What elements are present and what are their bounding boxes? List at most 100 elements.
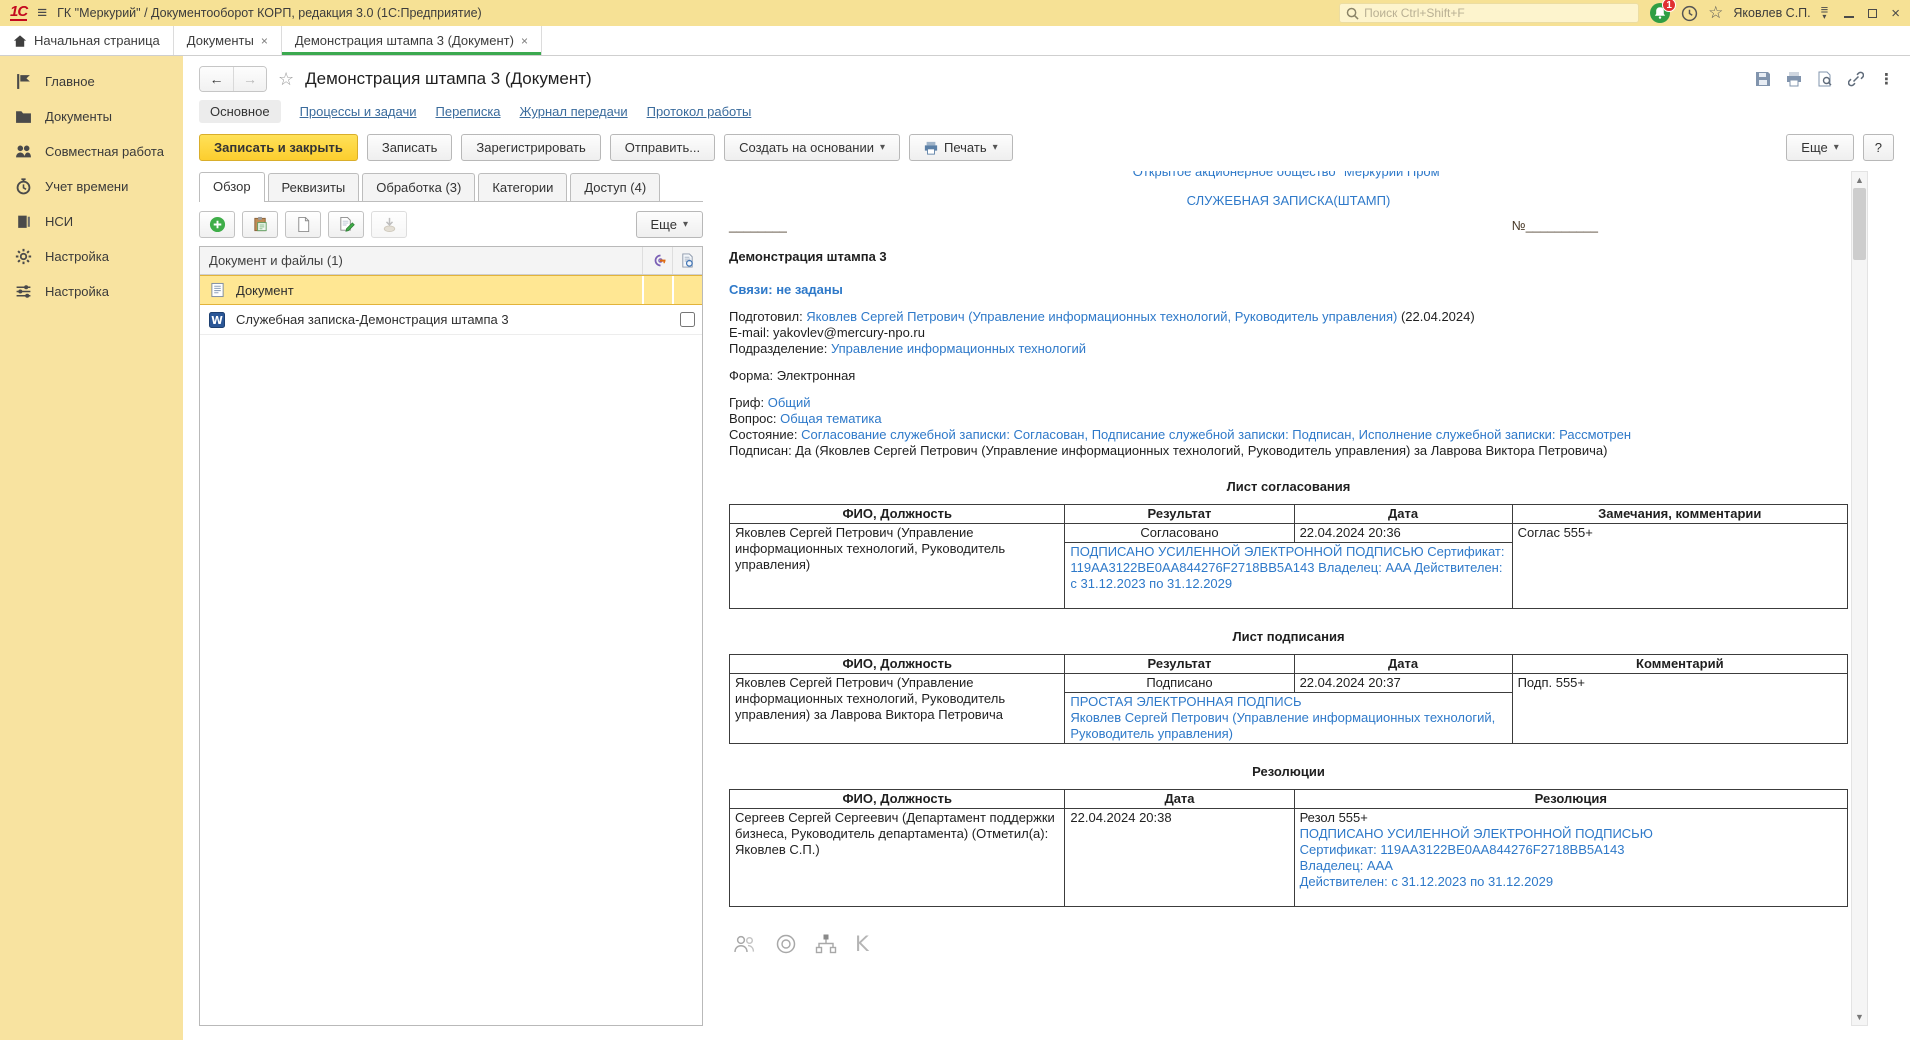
search-icon [1346, 7, 1359, 20]
search-input[interactable] [1364, 6, 1632, 20]
close-icon[interactable]: × [261, 34, 268, 48]
add-to-favorites-button[interactable]: ☆ [278, 69, 294, 90]
global-search[interactable] [1339, 3, 1639, 23]
word-file-icon: W [209, 312, 225, 328]
resolution-signature: ПОДПИСАНО УСИЛЕННОЙ ЭЛЕКТРОННОЙ ПОДПИСЬЮ… [1300, 826, 1842, 890]
signature-column-header[interactable] [642, 247, 672, 274]
seal-icon[interactable] [775, 933, 797, 955]
preview-scrollbar[interactable]: ▲ ▼ [1851, 171, 1868, 1026]
table-row: Яковлев Сергей Петрович (Управление инфо… [730, 524, 1848, 543]
sidebar-item-main[interactable]: Главное [0, 64, 183, 99]
page-title: Демонстрация штампа 3 (Документ) [305, 69, 592, 89]
maximize-button[interactable] [1868, 6, 1877, 21]
save-button[interactable]: Записать [367, 134, 453, 161]
grif-link[interactable]: Общий [768, 395, 811, 410]
tab-requisites[interactable]: Реквизиты [268, 173, 360, 201]
service-menu-button[interactable]: ≡ ▾ [1821, 6, 1829, 20]
tab-categories[interactable]: Категории [478, 173, 567, 201]
main-menu-icon[interactable]: ≡ [37, 3, 47, 23]
favorites-button[interactable]: ☆ [1708, 3, 1723, 23]
stamp-checkbox[interactable] [680, 312, 695, 327]
close-button[interactable]: × [1891, 5, 1900, 22]
approval-signature: ПОДПИСАНО УСИЛЕННОЙ ЭЛЕКТРОННОЙ ПОДПИСЬЮ… [1065, 543, 1512, 609]
nav-link-work-protocol[interactable]: Протокол работы [647, 104, 752, 119]
topic-link[interactable]: Общая тематика [780, 411, 881, 426]
signing-table: ФИО, Должность Результат Дата Комментари… [729, 654, 1848, 744]
sidebar-item-label: Настройка [45, 249, 109, 264]
links-line[interactable]: Связи: не заданы [729, 282, 1848, 298]
stamp-title: СЛУЖЕБНАЯ ЗАПИСКА(ШТАМП) [729, 193, 1848, 209]
print-icon[interactable] [1786, 71, 1802, 87]
save-and-close-button[interactable]: Записать и закрыть [199, 134, 358, 161]
edit-file-button[interactable] [328, 211, 364, 238]
more-button[interactable]: Еще ▾ [1786, 134, 1853, 161]
link-icon[interactable] [1848, 71, 1864, 87]
sidebar-item-settings[interactable]: Настройка [0, 239, 183, 274]
tab-access[interactable]: Доступ (4) [570, 173, 660, 201]
nav-link-main[interactable]: Основное [199, 100, 281, 123]
sections-sidebar: Главное Документы Совместная работа Учет… [0, 56, 183, 1040]
scroll-down-icon[interactable]: ▼ [1855, 1009, 1864, 1025]
sidebar-item-documents[interactable]: Документы [0, 99, 183, 134]
tab-documents[interactable]: Документы × [174, 26, 282, 55]
preview-icon[interactable] [1817, 71, 1833, 87]
scan-button[interactable] [371, 211, 407, 238]
department-link[interactable]: Управление информационных технологий [831, 341, 1086, 356]
scroll-up-icon[interactable]: ▲ [1855, 172, 1864, 188]
org-structure-icon[interactable] [815, 933, 837, 955]
notifications-button[interactable]: 1 [1649, 2, 1671, 24]
document-name: Демонстрация штампа 3 [729, 249, 1848, 265]
list-item-file[interactable]: W Служебная записка-Демонстрация штампа … [200, 305, 702, 335]
new-file-button[interactable] [285, 211, 321, 238]
sliders-icon [15, 283, 32, 300]
tab-documents-label: Документы [187, 33, 254, 48]
tab-home[interactable]: Начальная страница [0, 26, 174, 55]
list-item-document[interactable]: Документ [200, 275, 702, 305]
forward-button[interactable]: → [233, 67, 266, 91]
scrollbar-thumb[interactable] [1853, 188, 1866, 260]
tab-overview[interactable]: Обзор [199, 172, 265, 202]
more-actions-icon[interactable]: ⋮ [1879, 70, 1894, 88]
paste-button[interactable] [242, 211, 278, 238]
chevron-down-icon: ▾ [1834, 142, 1839, 153]
tab-processing[interactable]: Обработка (3) [362, 173, 475, 201]
print-button[interactable]: Печать ▾ [909, 134, 1013, 161]
prepared-line: Подготовил: Яковлев Сергей Петрович (Упр… [729, 309, 1848, 325]
close-icon[interactable]: × [521, 34, 528, 48]
files-more-button[interactable]: Еще ▾ [636, 211, 703, 238]
sidebar-item-collaboration[interactable]: Совместная работа [0, 134, 183, 169]
create-based-on-button[interactable]: Создать на основании ▾ [724, 134, 900, 161]
files-list-header[interactable]: Документ и файлы (1) [200, 247, 702, 275]
participants-icon[interactable] [733, 934, 757, 954]
save-icon[interactable] [1755, 71, 1771, 87]
back-button[interactable]: ← [200, 67, 233, 91]
resolution-note: Резол 555+ [1300, 810, 1842, 826]
history-button[interactable] [1681, 5, 1698, 22]
send-button[interactable]: Отправить... [610, 134, 715, 161]
stamp-column-header[interactable] [672, 247, 702, 274]
add-icon [209, 216, 226, 233]
sidebar-item-nsi[interactable]: НСИ [0, 204, 183, 239]
scan-icon [381, 216, 398, 233]
current-user[interactable]: Яковлев С.П. [1733, 6, 1810, 20]
window-tabbar: Начальная страница Документы × Демонстра… [0, 26, 1910, 56]
sidebar-item-time-tracking[interactable]: Учет времени [0, 169, 183, 204]
add-button[interactable] [199, 211, 235, 238]
history-icon [1681, 5, 1698, 22]
resolution-cell: Резол 555+ ПОДПИСАНО УСИЛЕННОЙ ЭЛЕКТРОНН… [1294, 809, 1847, 907]
state-link[interactable]: Согласование служебной записки: Согласов… [801, 427, 1631, 442]
table-row: Сергеев Сергей Сергеевич (Департамент по… [730, 809, 1848, 907]
resolution-author: Сергеев Сергей Сергеевич (Департамент по… [730, 809, 1065, 907]
sidebar-item-label: Настройка [45, 284, 109, 299]
nav-link-correspondence[interactable]: Переписка [436, 104, 501, 119]
register-button[interactable]: Зарегистрировать [461, 134, 600, 161]
tab-current-document[interactable]: Демонстрация штампа 3 (Документ) × [282, 26, 542, 55]
sidebar-item-settings-2[interactable]: Настройка [0, 274, 183, 309]
books-icon [15, 213, 32, 230]
minimize-button[interactable] [1844, 6, 1854, 21]
nav-link-processes[interactable]: Процессы и задачи [300, 104, 417, 119]
nav-link-transfer-log[interactable]: Журнал передачи [520, 104, 628, 119]
prepared-by-link[interactable]: Яковлев Сергей Петрович (Управление инфо… [806, 309, 1397, 324]
connect-icon[interactable]: K [855, 936, 869, 952]
help-button[interactable]: ? [1863, 134, 1894, 161]
